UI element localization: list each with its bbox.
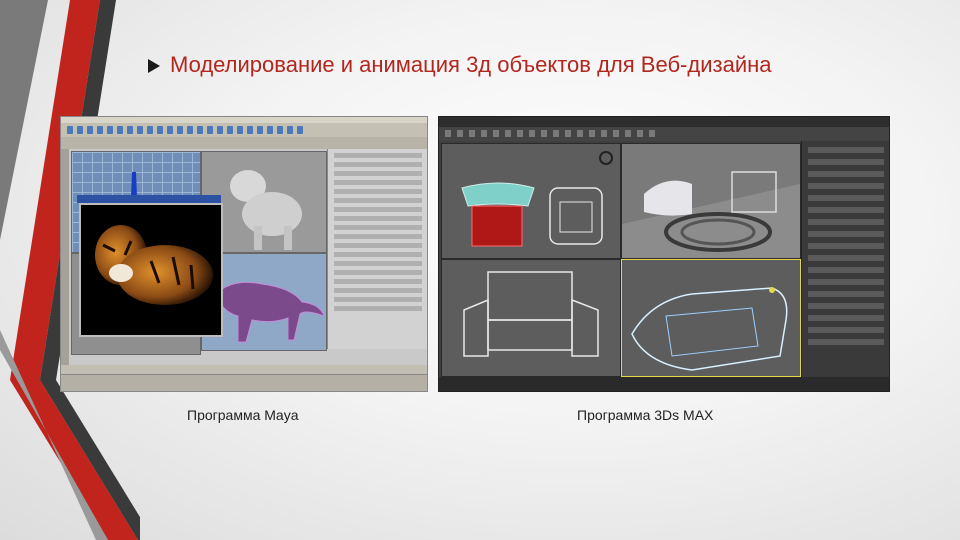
maya-attribute-editor bbox=[327, 149, 427, 349]
max-viewport-wireframe-active bbox=[621, 259, 801, 377]
slide: { "slide": { "title": "Моделирование и а… bbox=[0, 0, 960, 540]
render-window bbox=[79, 203, 223, 337]
maya-shelf bbox=[61, 137, 427, 149]
maya-screenshot bbox=[60, 116, 428, 392]
caption-3dsmax: Программа 3Ds MAX bbox=[577, 407, 714, 423]
maya-status-bar bbox=[61, 374, 427, 391]
max-viewport-perspective-render bbox=[621, 143, 801, 259]
render-window-titlebar bbox=[77, 195, 221, 203]
max-menu-bar bbox=[439, 117, 889, 127]
maya-toolbox bbox=[61, 149, 69, 375]
max-viewport-top bbox=[441, 143, 621, 259]
slide-title: Моделирование и анимация 3д объектов для… bbox=[148, 52, 772, 78]
slide-title-text: Моделирование и анимация 3д объектов для… bbox=[170, 52, 772, 77]
max-command-panel bbox=[801, 141, 889, 377]
max-toolbar bbox=[439, 127, 889, 141]
arrow-bullet-icon bbox=[148, 59, 160, 73]
max-viewport-front bbox=[441, 259, 621, 377]
caption-maya: Программа Maya bbox=[187, 407, 299, 423]
maya-toolbar bbox=[61, 123, 427, 137]
3dsmax-screenshot bbox=[438, 116, 890, 392]
max-status-bar bbox=[439, 377, 889, 391]
